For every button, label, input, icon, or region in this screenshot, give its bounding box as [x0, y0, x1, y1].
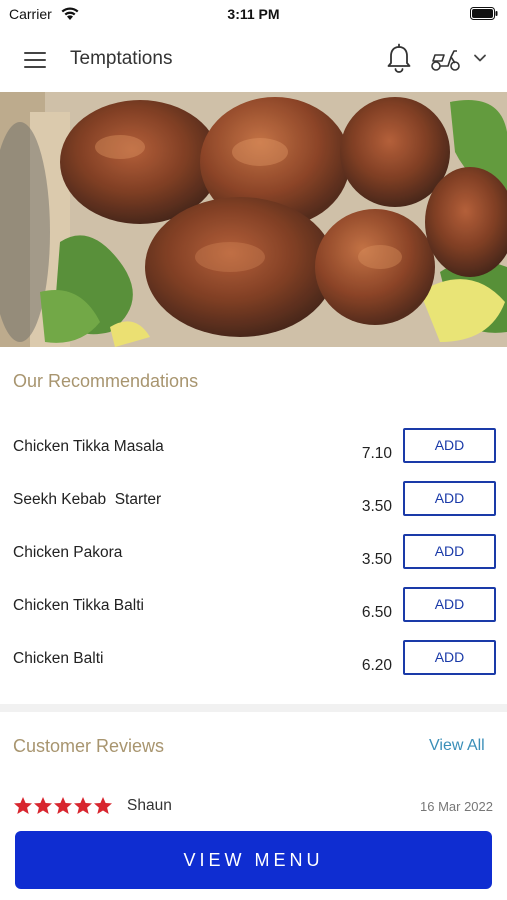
section-divider	[0, 704, 507, 712]
chevron-down-icon[interactable]	[471, 50, 489, 66]
add-button[interactable]: ADD	[403, 534, 496, 569]
delivery-scooter-icon[interactable]	[430, 46, 462, 72]
add-button[interactable]: ADD	[403, 428, 496, 463]
menu-item-name: Chicken Tikka Balti	[13, 597, 144, 614]
menu-item-row: Chicken Balti 6.20 ADD	[0, 640, 507, 703]
battery-icon	[470, 7, 498, 20]
star-icon	[94, 797, 112, 814]
star-rating	[14, 797, 112, 814]
menu-item-price: 3.50	[361, 498, 392, 515]
star-icon	[14, 797, 32, 814]
status-time: 3:11 PM	[227, 6, 280, 22]
app-header: Temptations	[0, 28, 507, 92]
add-button[interactable]: ADD	[403, 587, 496, 622]
status-bar: Carrier 3:11 PM	[0, 0, 507, 28]
menu-item-price: 7.10	[361, 445, 392, 462]
bell-icon[interactable]	[384, 42, 414, 74]
star-icon	[54, 797, 72, 814]
reviewer-name: Shaun	[127, 797, 172, 814]
menu-item-name: Seekh Kebab Starter	[13, 491, 162, 508]
view-all-reviews-link[interactable]: View All	[429, 737, 485, 755]
menu-item-price: 6.50	[361, 604, 392, 621]
add-button[interactable]: ADD	[403, 640, 496, 675]
view-menu-button[interactable]: VIEW MENU	[15, 831, 492, 889]
star-icon	[74, 797, 92, 814]
menu-item-price: 6.20	[361, 657, 392, 674]
recommendations-heading: Our Recommendations	[13, 371, 199, 391]
hamburger-menu-icon[interactable]	[18, 44, 52, 76]
hero-food-image	[0, 92, 507, 347]
add-button[interactable]: ADD	[403, 481, 496, 516]
menu-item-name: Chicken Pakora	[13, 544, 123, 561]
star-icon	[34, 797, 52, 814]
restaurant-title: Temptations	[70, 48, 173, 69]
review-date: 16 Mar 2022	[420, 799, 493, 814]
menu-item-name: Chicken Tikka Masala	[13, 438, 164, 455]
menu-item-price: 3.50	[361, 551, 392, 568]
menu-item-name: Chicken Balti	[13, 650, 104, 667]
reviews-heading: Customer Reviews	[13, 736, 165, 756]
